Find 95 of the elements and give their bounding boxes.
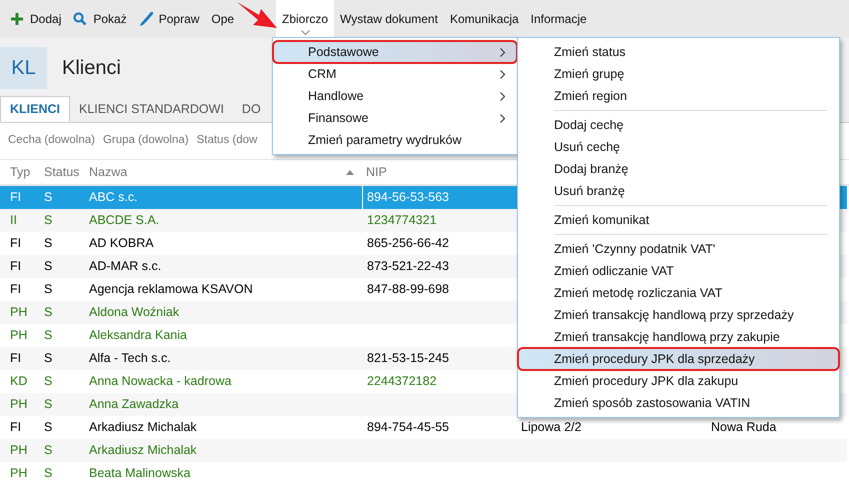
table-cell: ABCDE S.A. [82,209,362,232]
table-cell-text: S [43,465,54,482]
menu-item[interactable]: Handlowe [273,85,517,107]
table-cell-text: S [43,235,54,252]
table-cell: FI [0,186,35,209]
tab[interactable]: KLIENCI [0,96,70,122]
toolbar-button[interactable]: Wystaw dokument [334,0,444,38]
menu-item[interactable]: Zmień transakcję handlową przy sprzedaży [518,304,839,326]
menu-item[interactable]: Zmień parametry wydruków [273,129,517,151]
table-cell-text: 2244372182 [366,373,438,390]
table-cell-text: S [43,327,54,344]
menu-item[interactable]: Usuń cechę [518,136,839,158]
table-cell-text: FI [9,419,22,436]
menu-item[interactable]: Zmień odliczanie VAT [518,260,839,282]
filter-link[interactable]: Grupa (dowolna) [102,132,189,150]
table-cell: 821-53-15-245 [362,347,517,370]
menu-item[interactable]: Zmień sposób zastosowania VATIN [518,392,839,414]
brush-icon [138,12,153,26]
tab[interactable]: KLIENCI STANDARDOWI [70,96,233,122]
table-cell: FI [0,255,35,278]
filter-link[interactable]: Cecha (dowolna) [8,132,95,150]
menu-item[interactable]: Zmień grupę [518,63,839,85]
table-cell: S [35,301,82,324]
menu-item[interactable]: Podstawowe [273,41,517,63]
table-cell-text: PH [9,465,28,482]
table-cell-text: 865-256-66-42 [366,235,450,252]
table-cell-text: S [43,281,54,298]
toolbar-button[interactable]: Dodaj [4,0,68,38]
menu-item[interactable]: Dodaj cechę [518,114,839,136]
table-cell-text: PH [9,327,28,344]
toolbar-button[interactable]: Informacje [524,0,593,38]
toolbar-button[interactable]: Komunikacja [444,0,525,38]
table-cell-text: S [43,419,54,436]
toolbar-button[interactable]: Popraw [132,0,206,38]
table-cell: 873-521-22-43 [362,255,517,278]
table-cell: S [35,439,82,462]
menu-item[interactable]: CRM [273,63,517,85]
menu-item[interactable]: Dodaj branżę [518,158,839,180]
search-icon [73,12,88,26]
table-cell: Anna Zawadzka [82,393,362,416]
table-cell-text: Lipowa 2/2 [520,419,582,436]
table-cell-text: 894-754-45-55 [366,419,450,436]
table-cell-text: KD [9,373,28,390]
table-cell: II [0,209,35,232]
menu-item[interactable]: Zmień procedury JPK dla zakupu [518,370,839,392]
table-cell-text: S [43,373,54,390]
filter-link[interactable]: Status (dow [196,132,258,150]
column-header[interactable]: NIP [362,160,517,184]
toolbar-button[interactable]: Zbiorczo [276,0,334,38]
table-cell-text: Aleksandra Kania [88,327,188,344]
menu-item[interactable]: Zmień metodę rozliczania VAT [518,282,839,304]
module-badge: KL [0,46,47,88]
table-cell: FI [0,347,35,370]
table-cell-text: Anna Nowacka - kadrowa [88,373,232,390]
tab[interactable]: DO [232,96,270,122]
menu-item[interactable]: Usuń branżę [518,180,839,202]
menu-item[interactable]: Zmień procedury JPK dla sprzedaży [518,348,839,370]
plus-icon [10,12,24,26]
table-cell: Alfa - Tech s.c. [82,347,362,370]
table-cell: 894-56-53-563 [362,186,517,209]
table-cell: S [35,186,82,209]
table-cell: Aldona Woźniak [82,301,362,324]
table-cell-text: 847-88-99-698 [366,281,450,298]
table-cell: S [35,347,82,370]
table-cell: S [35,255,82,278]
menu-item[interactable]: Zmień status [518,41,839,63]
table-cell-text: Agencja reklamowa KSAVON [88,281,254,298]
table-cell: PH [0,393,35,416]
menu-item[interactable]: Zmień komunikat [518,209,839,231]
page-title: Klienci [62,56,121,80]
table-cell-text: FI [9,281,22,298]
caret-icon [301,30,310,35]
table-cell-text: Beata Malinowska [88,465,192,482]
table-cell: S [35,209,82,232]
menu-item[interactable]: Finansowe [273,107,517,129]
table-cell: PH [0,439,35,462]
column-header[interactable]: Typ [0,160,35,184]
table-cell: AD-MAR s.c. [82,255,362,278]
table-cell-text: Nowa Ruda [710,419,778,436]
toolbar-button[interactable]: Pokaż [67,0,133,38]
column-header[interactable]: Nazwa [82,160,362,184]
menu-item[interactable]: Zmień transakcję handlową przy zakupie [518,326,839,348]
toolbar-button[interactable]: Ope [205,0,240,38]
table-cell: S [35,393,82,416]
table-cell: Arkadiusz Michalak [82,439,362,462]
menu-item[interactable]: Zmień region [518,85,839,107]
table-cell: ABC s.c. [82,186,362,209]
table-cell: PH [0,301,35,324]
table-cell-text: AD KOBRA [88,235,155,252]
column-header[interactable]: Status [35,160,82,184]
table-cell: 1234774321 [362,209,517,232]
menu-item[interactable]: Zmień 'Czynny podatnik VAT' [518,238,839,260]
table-cell-text: FI [9,235,22,252]
annotation-arrow [237,1,277,29]
table-cell-text: Arkadiusz Michalak [88,419,198,436]
